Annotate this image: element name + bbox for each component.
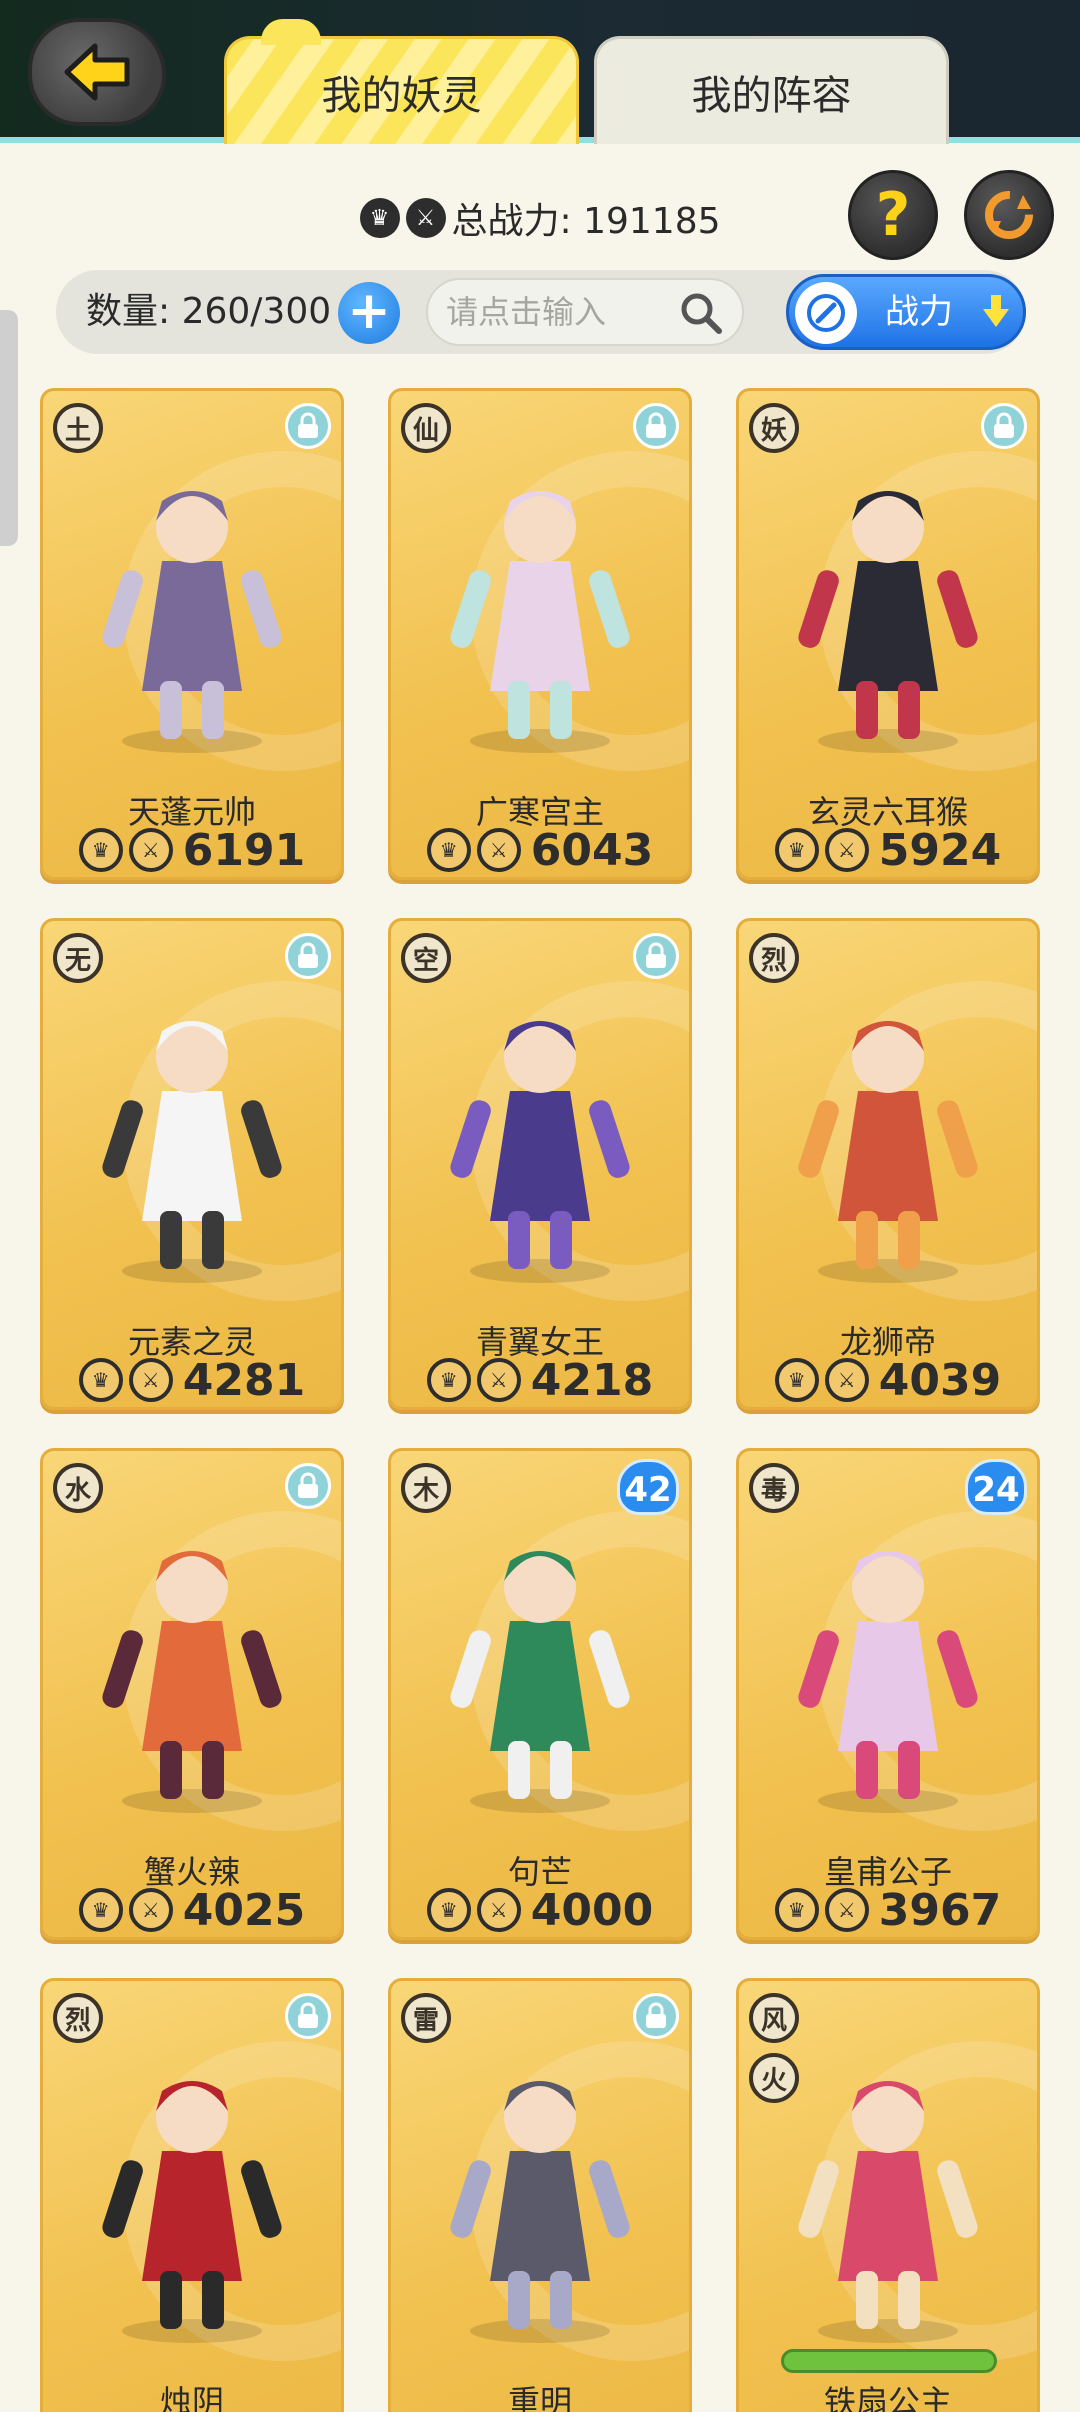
spirit-name: 烛阴 bbox=[159, 2383, 224, 2412]
spirit-power: ♛ ⚔ 4218 bbox=[391, 1353, 689, 1407]
crown-icon: ♛ bbox=[426, 1888, 471, 1932]
spirit-card[interactable]: 仙广寒宫主 ♛ ⚔ 6043 bbox=[388, 388, 692, 880]
character-figure bbox=[798, 1021, 978, 1283]
spirit-card[interactable]: 烈龙狮帝 ♛ ⚔ 4039 bbox=[736, 918, 1040, 1410]
spirit-card[interactable]: 毒 24 皇甫公子 ♛ ⚔ 3967 bbox=[736, 1448, 1040, 1940]
sword-icon: ⚔ bbox=[824, 1358, 869, 1402]
spirit-power: ♛ ⚔ 4039 bbox=[739, 1353, 1037, 1407]
power-value: 5924 bbox=[878, 824, 1002, 876]
character-figure bbox=[450, 2081, 630, 2343]
power-value: 3967 bbox=[878, 1884, 1002, 1936]
spirit-card[interactable]: 妖玄灵六耳猴 ♛ ⚔ 5924 bbox=[736, 388, 1040, 880]
crown-icon: ♛ bbox=[426, 828, 471, 872]
sword-icon: ⚔ bbox=[476, 1358, 521, 1402]
sword-icon: ⚔ bbox=[476, 828, 521, 872]
spirit-power: ♛ ⚔ 5924 bbox=[739, 823, 1037, 877]
power-value: 4281 bbox=[182, 1354, 306, 1406]
sword-icon: ⚔ bbox=[824, 828, 869, 872]
character-figure bbox=[798, 1551, 978, 1813]
spirit-name: 铁扇公主 bbox=[823, 2383, 952, 2412]
power-value: 6191 bbox=[182, 824, 306, 876]
spirit-power: ♛ ⚔ 4000 bbox=[391, 1883, 689, 1937]
character-figure bbox=[450, 491, 630, 753]
spirit-card[interactable]: 无元素之灵 ♛ ⚔ 4281 bbox=[40, 918, 344, 1410]
spirit-grid: 土天蓬元帅 ♛ ⚔ 6191 仙广寒宫主 ♛ ⚔ 6043 妖玄灵六耳猴 ♛ ⚔ 5924 无元素之灵 ♛… bbox=[0, 0, 1080, 2412]
spirit-power: ♛ ⚔ 4281 bbox=[43, 1353, 341, 1407]
spirit-power: ♛ ⚔ 6043 bbox=[391, 823, 689, 877]
spirit-card[interactable]: 风火铁扇公主 bbox=[736, 1978, 1040, 2412]
sword-icon: ⚔ bbox=[824, 1888, 869, 1932]
crown-icon: ♛ bbox=[78, 1358, 123, 1402]
spirit-card[interactable]: 水蟹火辣 ♛ ⚔ 4025 bbox=[40, 1448, 344, 1940]
sword-icon: ⚔ bbox=[128, 828, 173, 872]
power-value: 4039 bbox=[878, 1354, 1002, 1406]
spirit-card[interactable]: 雷重明 bbox=[388, 1978, 692, 2412]
spirit-card[interactable]: 烈烛阴 bbox=[40, 1978, 344, 2412]
progress-bar bbox=[781, 2349, 997, 2373]
power-value: 4025 bbox=[182, 1884, 306, 1936]
crown-icon: ♛ bbox=[78, 1888, 123, 1932]
character-figure bbox=[102, 2081, 282, 2343]
spirit-card[interactable]: 木 42 句芒 ♛ ⚔ 4000 bbox=[388, 1448, 692, 1940]
sword-icon: ⚔ bbox=[128, 1888, 173, 1932]
spirit-power: ♛ ⚔ 6191 bbox=[43, 823, 341, 877]
crown-icon: ♛ bbox=[774, 1888, 819, 1932]
character-figure bbox=[102, 1551, 282, 1813]
spirit-power: ♛ ⚔ 3967 bbox=[739, 1883, 1037, 1937]
power-value: 6043 bbox=[530, 824, 654, 876]
spirit-name: 重明 bbox=[507, 2383, 572, 2412]
character-figure bbox=[450, 1551, 630, 1813]
character-figure bbox=[102, 491, 282, 753]
crown-icon: ♛ bbox=[774, 828, 819, 872]
crown-icon: ♛ bbox=[774, 1358, 819, 1402]
character-figure bbox=[798, 2081, 978, 2343]
spirit-card[interactable]: 土天蓬元帅 ♛ ⚔ 6191 bbox=[40, 388, 344, 880]
sword-icon: ⚔ bbox=[128, 1358, 173, 1402]
crown-icon: ♛ bbox=[426, 1358, 471, 1402]
spirit-power: ♛ ⚔ 4025 bbox=[43, 1883, 341, 1937]
spirit-card[interactable]: 空青翼女王 ♛ ⚔ 4218 bbox=[388, 918, 692, 1410]
power-value: 4218 bbox=[530, 1354, 654, 1406]
crown-icon: ♛ bbox=[78, 828, 123, 872]
power-value: 4000 bbox=[530, 1884, 654, 1936]
character-figure bbox=[450, 1021, 630, 1283]
character-figure bbox=[798, 491, 978, 753]
sword-icon: ⚔ bbox=[476, 1888, 521, 1932]
character-figure bbox=[102, 1021, 282, 1283]
